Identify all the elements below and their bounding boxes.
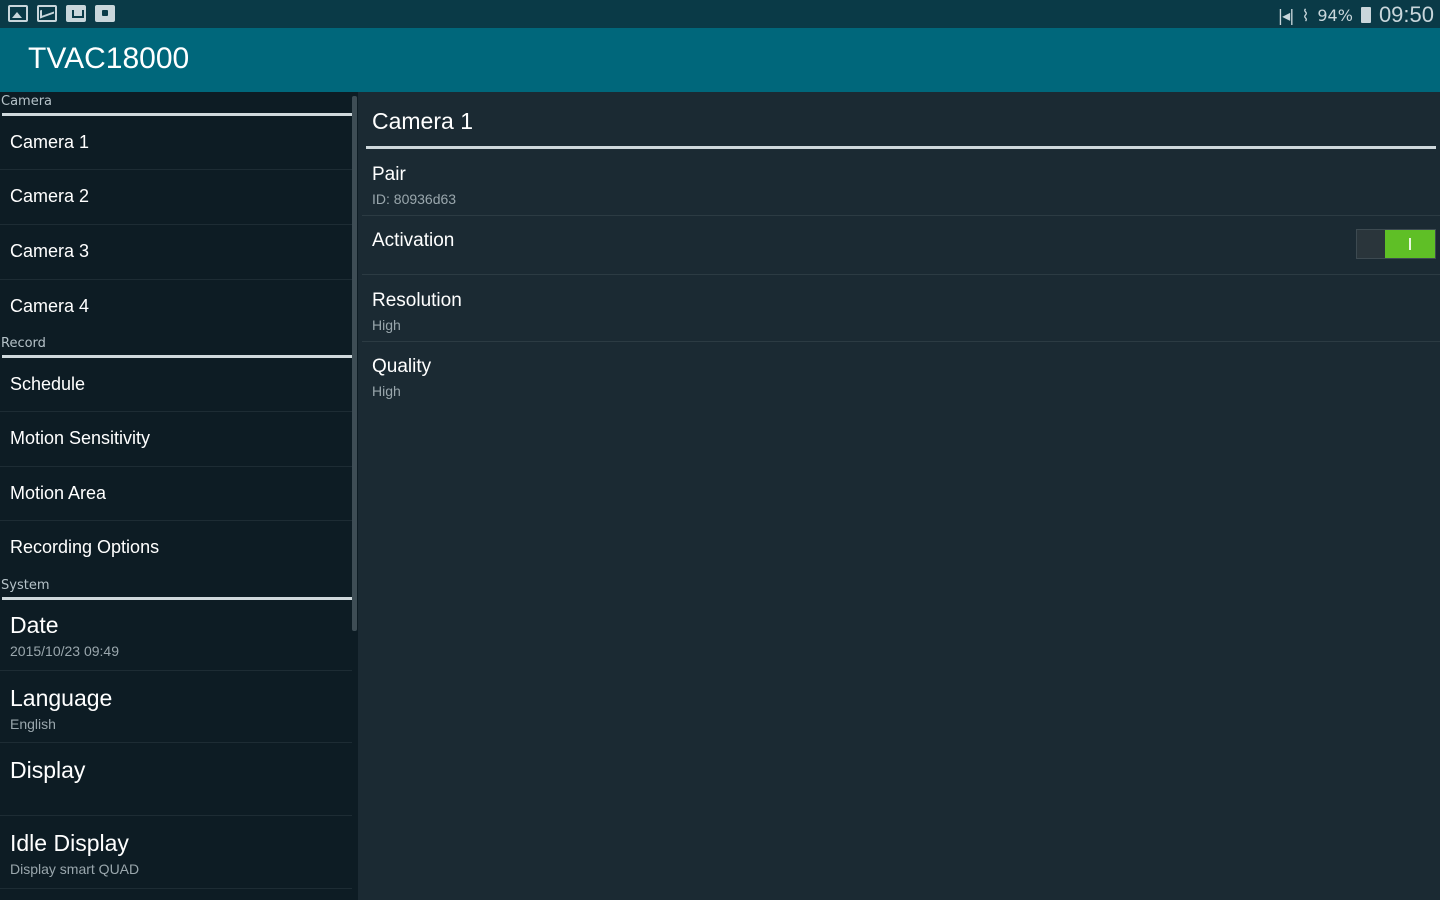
sidebar-item-label: Camera 2 [10,186,90,206]
section-header-system: System [0,576,358,600]
title-divider [366,146,1436,149]
wifi-icon: ⌇ [1301,5,1310,25]
pref-title: Pair [372,164,406,185]
notification-icons [8,5,115,22]
section-header-record: Record [0,334,358,358]
sidebar-item-label: Schedule [10,374,86,394]
sidebar-item-label: Camera 4 [10,296,90,316]
sidebar-item-display[interactable]: Display [0,743,352,816]
sidebar-item-label: Recording Options [10,537,160,557]
sidebar-item-label: Camera 3 [10,241,90,261]
sidebar-item-label: Display [10,757,86,783]
sidebar-item-label: Motion Area [10,483,107,503]
pref-quality[interactable]: Quality High [362,342,1440,408]
camera-settings-panel: Camera 1 Pair ID: 80936d63 Activation Re… [362,92,1440,900]
app-bar: TVAC18000 [0,28,1440,92]
sidebar-item-label: Date [10,612,59,638]
sidebar-item-summary: Display smart QUAD [10,861,140,877]
section-label: Record [1,336,46,351]
sidebar-item-language[interactable]: Language English [0,671,352,743]
sidebar-item-summary: 2015/10/23 09:49 [10,643,119,659]
section-label: Camera [1,94,53,109]
settings-sidebar[interactable]: Camera Camera 1 Camera 2 Camera 3 Camera… [0,92,358,900]
pref-title: Activation [372,230,455,251]
pref-summary: ID: 80936d63 [372,191,457,207]
sidebar-item-motion-sensitivity[interactable]: Motion Sensitivity [0,412,352,467]
sidebar-item-label: Camera 1 [10,132,90,152]
mute-icon: |◂| [1277,5,1295,25]
sidebar-item-motion-area[interactable]: Motion Area [0,467,352,521]
pref-pair[interactable]: Pair ID: 80936d63 [362,150,1440,216]
toggle-on-indicator [1385,230,1435,258]
bag-icon [66,5,86,22]
clock: 09:50 [1378,2,1434,27]
store-icon [95,5,115,22]
activation-toggle[interactable] [1356,229,1436,259]
sidebar-item-camera-1[interactable]: Camera 1 [0,116,352,170]
sidebar-item-camera-2[interactable]: Camera 2 [0,170,352,225]
sidebar-item-camera-4[interactable]: Camera 4 [0,280,352,332]
sidebar-item-label: Language [10,685,113,711]
sidebar-item-date[interactable]: Date 2015/10/23 09:49 [0,600,352,671]
app-title: TVAC18000 [28,42,190,75]
sidebar-item-label: Motion Sensitivity [10,428,151,448]
gallery-icon [8,5,28,22]
system-indicators: |◂| ⌇ 94% 09:50 [1278,2,1434,28]
pref-summary: High [372,383,401,399]
pref-summary: High [372,317,401,333]
mail-icon [37,5,57,22]
pref-title: Quality [372,356,432,377]
section-label: System [1,578,50,593]
sidebar-item-recording-options[interactable]: Recording Options [0,521,352,576]
sidebar-scrollbar[interactable] [352,96,357,631]
sidebar-item-idle-display[interactable]: Idle Display Display smart QUAD [0,816,352,889]
status-bar: |◂| ⌇ 94% 09:50 [0,0,1440,28]
section-header-camera: Camera [0,92,358,116]
battery-percent: 94% [1317,5,1353,25]
sidebar-item-schedule[interactable]: Schedule [0,358,352,412]
pref-activation[interactable]: Activation [362,216,1440,275]
sidebar-item-camera-3[interactable]: Camera 3 [0,225,352,280]
battery-icon [1360,7,1371,23]
sidebar-item-summary: English [10,716,56,732]
pref-resolution[interactable]: Resolution High [362,275,1440,342]
sidebar-item-label: Idle Display [10,830,129,856]
pref-title: Resolution [372,290,462,311]
panel-title: Camera 1 [372,108,473,134]
